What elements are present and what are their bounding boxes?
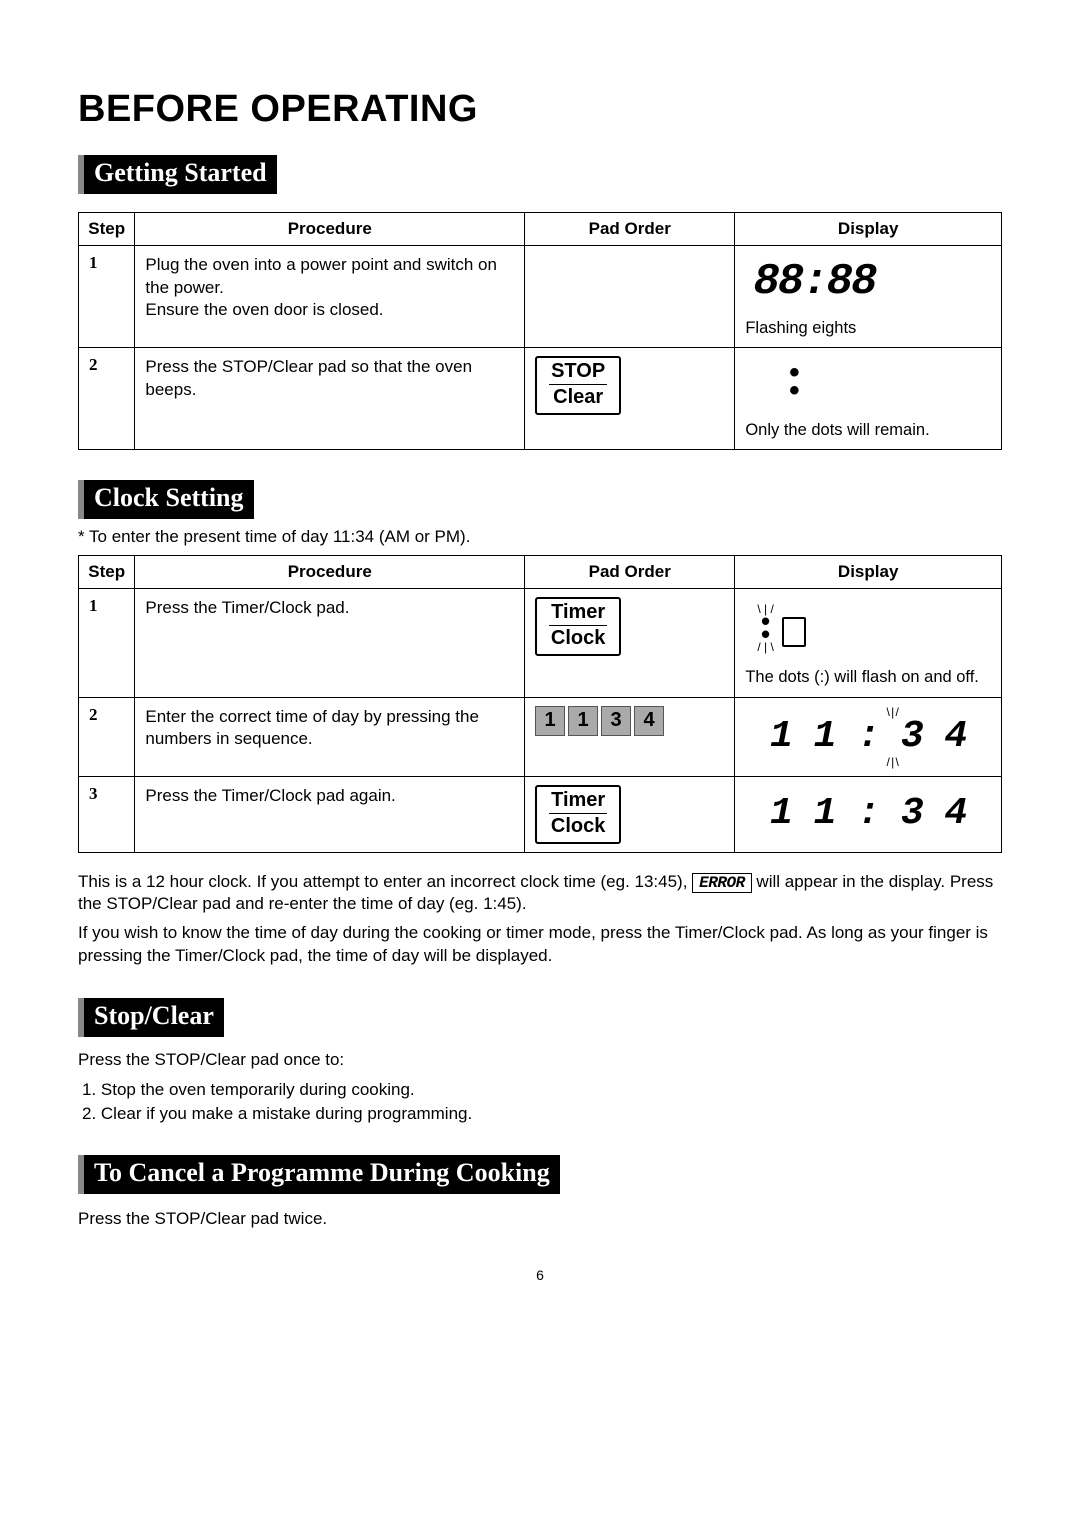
display-caption: The dots (:) will flash on and off. <box>745 667 979 688</box>
display-cell: \ | / 1 1 : 3 4 / | \ <box>735 697 1002 776</box>
number-keys: 1 1 3 4 <box>535 706 664 736</box>
step-number: 2 <box>79 348 135 450</box>
pad-order-cell <box>525 245 735 347</box>
table-row: 2 Enter the correct time of day by press… <box>79 697 1002 776</box>
timer-clock-pad: Timer Clock <box>535 785 621 844</box>
procedure-text: Press the Timer/Clock pad again. <box>135 776 525 852</box>
cancel-body: Press the STOP/Clear pad twice. <box>78 1208 1002 1231</box>
seg-display-dots: •• <box>745 356 843 412</box>
table-row: 1 Press the Timer/Clock pad. Timer Clock… <box>79 589 1002 697</box>
stop-clear-pad: STOP Clear <box>535 356 621 415</box>
col-procedure: Procedure <box>135 556 525 589</box>
heading-clock-setting: Clock Setting <box>78 480 254 519</box>
timer-clock-pad: Timer Clock <box>535 597 621 656</box>
clock-note-2: If you wish to know the time of day duri… <box>78 922 1002 968</box>
display-cell: 88:88 Flashing eights <box>735 245 1002 347</box>
list-item: 1. Stop the oven temporarily during cook… <box>82 1078 1002 1102</box>
pad-line1: Timer <box>549 789 607 814</box>
pad-line2: Clock <box>551 814 605 838</box>
pad-line1: Timer <box>549 601 607 626</box>
error-display-box: ERROR <box>692 873 752 893</box>
col-display: Display <box>735 212 1002 245</box>
display-caption: Only the dots will remain. <box>745 420 929 441</box>
pad-order-cell: 1 1 3 4 <box>525 697 735 776</box>
table-row: 3 Press the Timer/Clock pad again. Timer… <box>79 776 1002 852</box>
page-title: BEFORE OPERATING <box>78 88 1002 131</box>
num-key-1: 1 <box>568 706 598 736</box>
pad-line2: Clock <box>551 626 605 650</box>
col-procedure: Procedure <box>135 212 525 245</box>
seg-display-1134: 1 1 : 3 4 <box>764 791 972 837</box>
num-key-4: 4 <box>634 706 664 736</box>
procedure-text: Press the STOP/Clear pad so that the ove… <box>135 348 525 450</box>
display-caption: Flashing eights <box>745 318 856 339</box>
stop-clear-intro: Press the STOP/Clear pad once to: <box>78 1049 1002 1072</box>
clock-pre-note: * To enter the present time of day 11:34… <box>78 527 1002 547</box>
list-item: 2. Clear if you make a mistake during pr… <box>82 1102 1002 1126</box>
clock-note-1: This is a 12 hour clock. If you attempt … <box>78 871 1002 917</box>
num-key-3: 3 <box>601 706 631 736</box>
step-number: 2 <box>79 697 135 776</box>
seg-display-8888: 88:88 <box>745 254 883 310</box>
col-step: Step <box>79 212 135 245</box>
step-number: 1 <box>79 589 135 697</box>
heading-getting-started: Getting Started <box>78 155 277 194</box>
table-row: 1 Plug the oven into a power point and s… <box>79 245 1002 347</box>
num-key-1: 1 <box>535 706 565 736</box>
col-pad-order: Pad Order <box>525 556 735 589</box>
col-pad-order: Pad Order <box>525 212 735 245</box>
display-cell: \ | / •• / | \ The dots (:) will flash o… <box>735 589 1002 697</box>
pad-line1: STOP <box>549 360 607 385</box>
pad-order-cell: Timer Clock <box>525 776 735 852</box>
step-number: 3 <box>79 776 135 852</box>
pad-order-cell: Timer Clock <box>525 589 735 697</box>
note-text: This is a 12 hour clock. If you attempt … <box>78 872 692 891</box>
pad-order-cell: STOP Clear <box>525 348 735 450</box>
page-number: 6 <box>78 1267 1002 1283</box>
heading-stop-clear: Stop/Clear <box>78 998 224 1037</box>
heading-cancel-programme: To Cancel a Programme During Cooking <box>78 1155 560 1194</box>
getting-started-table: Step Procedure Pad Order Display 1 Plug … <box>78 212 1002 451</box>
col-step: Step <box>79 556 135 589</box>
seg-zero-icon <box>782 617 806 647</box>
seg-display-1134: 1 1 : 3 4 <box>764 714 972 760</box>
procedure-text: Enter the correct time of day by pressin… <box>135 697 525 776</box>
procedure-text: Press the Timer/Clock pad. <box>135 589 525 697</box>
table-row: 2 Press the STOP/Clear pad so that the o… <box>79 348 1002 450</box>
display-cell: 1 1 : 3 4 <box>735 776 1002 852</box>
display-cell: •• Only the dots will remain. <box>735 348 1002 450</box>
pad-line2: Clear <box>553 385 603 409</box>
step-number: 1 <box>79 245 135 347</box>
procedure-text: Plug the oven into a power point and swi… <box>135 245 525 347</box>
seg-display-flash-colon-zero: \ | / •• / | \ <box>745 597 817 659</box>
clock-setting-table: Step Procedure Pad Order Display 1 Press… <box>78 555 1002 852</box>
col-display: Display <box>735 556 1002 589</box>
